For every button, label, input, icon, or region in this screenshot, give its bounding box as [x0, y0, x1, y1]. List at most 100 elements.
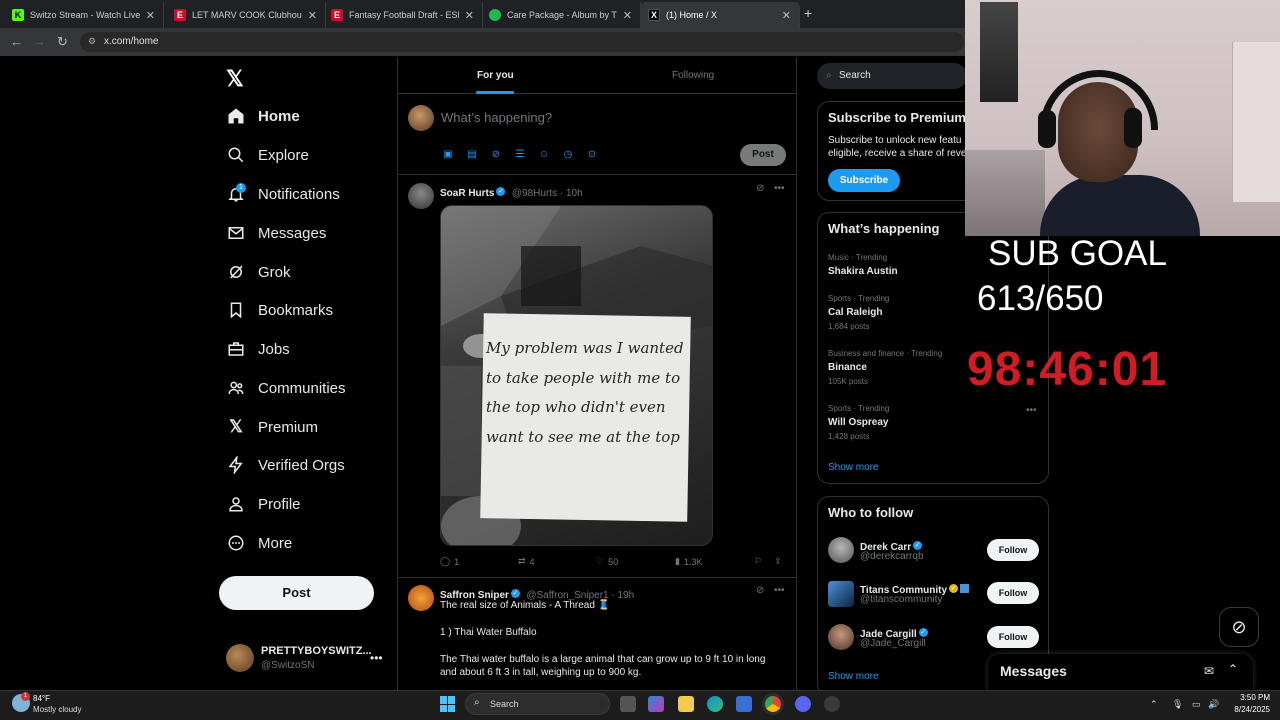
weather-temp[interactable]: 84°F: [33, 694, 50, 703]
browser-tab-5[interactable]: X (1) Home / X ✕: [640, 2, 800, 28]
new-message-icon[interactable]: ✉: [1204, 664, 1214, 678]
avatar[interactable]: [226, 644, 254, 672]
nav-jobs[interactable]: Jobs: [226, 334, 290, 364]
close-tab-icon[interactable]: ✕: [146, 9, 155, 22]
trend-name[interactable]: Will Ospreay: [828, 417, 889, 428]
nav-more[interactable]: More: [226, 528, 292, 558]
tab-for-you[interactable]: For you: [477, 70, 514, 81]
browser-tab-1[interactable]: K Switzo Stream - Watch Live on ✕: [4, 2, 164, 28]
volume-icon[interactable]: 🔊: [1208, 699, 1219, 710]
image-icon[interactable]: ▣: [442, 149, 454, 161]
browser-tab-3[interactable]: E Fantasy Football Draft - ESPN ✕: [323, 2, 483, 28]
post-button[interactable]: Post: [219, 576, 374, 610]
close-tab-icon[interactable]: ✕: [465, 9, 474, 22]
copilot-icon[interactable]: [648, 696, 664, 712]
x-logo-icon[interactable]: 𝕏: [226, 66, 244, 92]
follow-handle[interactable]: @Jade_Cargill: [860, 638, 926, 649]
chrome-icon[interactable]: [765, 696, 781, 712]
nav-home[interactable]: Home: [226, 101, 300, 131]
microphone-icon[interactable]: 🎙: [1172, 699, 1183, 710]
share-button[interactable]: ⇪: [774, 556, 782, 567]
search-input[interactable]: Search: [817, 63, 967, 89]
views-button[interactable]: ▮ 1.3K: [675, 556, 702, 567]
avatar[interactable]: [408, 105, 434, 131]
nav-grok[interactable]: Grok: [226, 257, 291, 287]
subscribe-button[interactable]: Subscribe: [828, 169, 900, 192]
nav-communities[interactable]: Communities: [226, 373, 346, 403]
follow-handle[interactable]: @titanscommunity: [860, 594, 942, 605]
nav-explore[interactable]: Explore: [226, 140, 309, 170]
more-icon[interactable]: •••: [774, 585, 785, 596]
trend-name[interactable]: Shakira Austin: [828, 266, 898, 277]
nav-messages[interactable]: Messages: [226, 218, 326, 248]
close-tab-icon[interactable]: ✕: [308, 9, 317, 22]
like-button[interactable]: ♡ 50: [596, 556, 618, 567]
edge-icon[interactable]: [707, 696, 723, 712]
close-tab-icon[interactable]: ✕: [623, 9, 632, 22]
file-explorer-icon[interactable]: [678, 696, 694, 712]
discord-icon[interactable]: [795, 696, 811, 712]
grok-icon[interactable]: ⊘: [756, 585, 764, 596]
chevron-up-icon[interactable]: ⌃: [1228, 662, 1238, 676]
bookmark-button[interactable]: ⚐: [754, 556, 762, 567]
messages-drawer-title[interactable]: Messages: [1000, 663, 1067, 679]
poll-icon[interactable]: ☰: [514, 149, 526, 161]
trend-more-icon[interactable]: •••: [1026, 405, 1037, 416]
taskbar-time[interactable]: 3:50 PM: [1228, 693, 1270, 702]
account-handle[interactable]: @SwitzoSN: [261, 660, 315, 671]
avatar[interactable]: [408, 183, 434, 209]
follow-handle[interactable]: @derekcarrqb: [860, 551, 924, 562]
trend-name[interactable]: Cal Raleigh: [828, 307, 882, 318]
url-field[interactable]: x.com/home: [80, 32, 964, 52]
follow-button[interactable]: Follow: [987, 582, 1039, 604]
schedule-icon[interactable]: ◷: [562, 149, 574, 161]
follow-button[interactable]: Follow: [987, 626, 1039, 648]
tab-following[interactable]: Following: [672, 70, 714, 81]
grok-icon[interactable]: ⊘: [490, 149, 502, 161]
location-icon[interactable]: ⊙: [586, 149, 598, 161]
avatar[interactable]: [828, 624, 854, 650]
account-name[interactable]: PRETTYBOYSWITZ...: [261, 645, 372, 657]
avatar[interactable]: [828, 581, 854, 607]
new-tab-icon[interactable]: +: [804, 5, 812, 21]
reply-button[interactable]: ◯ 1: [440, 556, 459, 567]
show-more-link[interactable]: Show more: [828, 671, 879, 682]
close-tab-icon[interactable]: ✕: [782, 9, 791, 22]
espn-favicon-icon: E: [174, 9, 186, 21]
show-more-link[interactable]: Show more: [828, 462, 879, 473]
grok-icon[interactable]: ⊘: [1219, 607, 1259, 647]
nav-profile[interactable]: Profile: [226, 489, 301, 519]
nav-bookmarks[interactable]: Bookmarks: [226, 295, 333, 325]
forward-icon[interactable]: →: [33, 34, 46, 49]
compose-input[interactable]: What’s happening?: [441, 110, 552, 125]
compose-post-button[interactable]: Post: [740, 144, 786, 166]
nav-verified-orgs[interactable]: Verified Orgs: [226, 450, 345, 480]
grok-icon[interactable]: ⊘: [756, 183, 764, 194]
gif-icon[interactable]: ▤: [466, 149, 478, 161]
emoji-icon[interactable]: ☺: [538, 149, 550, 161]
avatar[interactable]: [408, 585, 434, 611]
weather-desc[interactable]: Mostly cloudy: [33, 705, 81, 714]
browser-tab-4[interactable]: Care Package - Album by Tray S ✕: [481, 2, 641, 28]
tweet-meta[interactable]: @98Hurts · 10h: [512, 188, 583, 199]
display-icon[interactable]: ▭: [1192, 699, 1201, 710]
nav-premium[interactable]: 𝕏 Premium: [226, 412, 318, 442]
repost-button[interactable]: ⇄ 4: [518, 556, 535, 567]
obs-icon[interactable]: [824, 696, 840, 712]
task-view-icon[interactable]: [620, 696, 636, 712]
back-icon[interactable]: ←: [10, 34, 23, 49]
more-icon[interactable]: •••: [774, 183, 785, 194]
account-more-icon[interactable]: •••: [370, 651, 383, 665]
tweet-author[interactable]: SoaR Hurts: [440, 188, 494, 199]
taskbar-search[interactable]: Search: [465, 693, 610, 715]
trend-name[interactable]: Binance: [828, 362, 867, 373]
avatar[interactable]: [828, 537, 854, 563]
chevron-up-icon[interactable]: ⌃: [1150, 699, 1158, 710]
store-icon[interactable]: [736, 696, 752, 712]
browser-tab-2[interactable]: E LET MARV COOK Clubhouse - E ✕: [166, 2, 326, 28]
follow-button[interactable]: Follow: [987, 539, 1039, 561]
reload-icon[interactable]: ↻: [57, 34, 68, 50]
taskbar-date[interactable]: 8/24/2025: [1222, 705, 1270, 714]
windows-start-icon[interactable]: [440, 696, 456, 712]
site-info-icon[interactable]: ⚙: [88, 36, 96, 47]
